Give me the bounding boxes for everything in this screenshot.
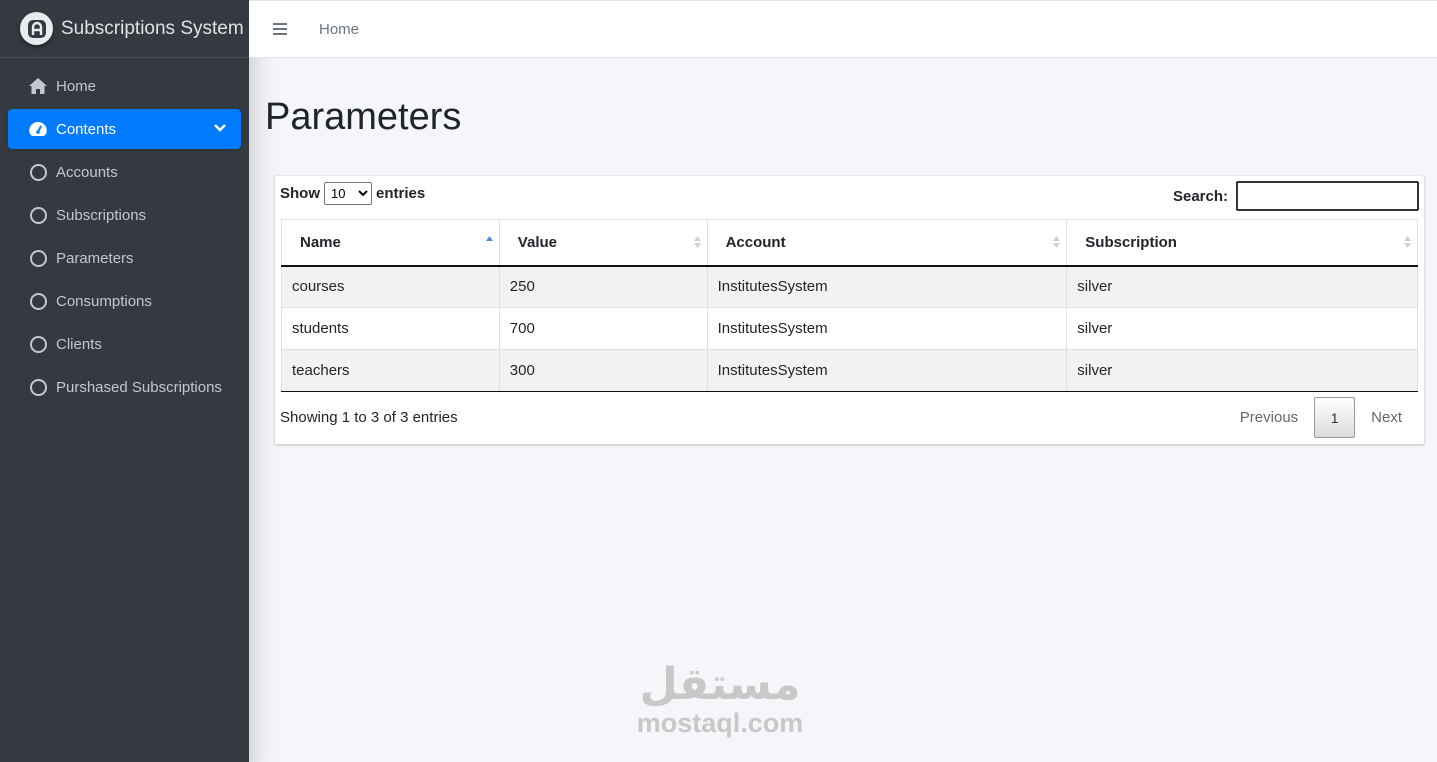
- cell-subscription: silver: [1066, 349, 1418, 392]
- search-label: Search:: [1172, 187, 1228, 205]
- next-button[interactable]: Next: [1355, 397, 1418, 438]
- sidebar-item-purshased-subscriptions[interactable]: Purshased Subscriptions: [8, 367, 241, 407]
- cell-account: InstitutesSystem: [706, 265, 1068, 308]
- table-row: courses 250 InstitutesSystem silver: [281, 265, 1418, 308]
- column-header-account[interactable]: Account: [706, 219, 1068, 267]
- top-navbar: Home: [249, 0, 1437, 58]
- sidebar-item-label: Purshased Subscriptions: [56, 378, 222, 396]
- watermark: مستقل mostaql.com: [630, 659, 810, 738]
- pagination: Previous 1 Next: [1224, 397, 1418, 438]
- table-row: teachers 300 InstitutesSystem silver: [281, 349, 1418, 392]
- sidebar-item-label: Home: [56, 77, 97, 95]
- circle-icon: [28, 248, 48, 268]
- previous-button[interactable]: Previous: [1224, 397, 1314, 438]
- chevron-down-icon: [214, 124, 226, 132]
- cell-name: students: [281, 307, 500, 350]
- watermark-arabic: مستقل: [639, 659, 801, 710]
- table-info: Showing 1 to 3 of 3 entries: [280, 409, 458, 426]
- sidebar-item-parameters[interactable]: Parameters: [8, 238, 241, 278]
- cell-value: 700: [498, 307, 708, 350]
- sidebar-item-consumptions[interactable]: Consumptions: [8, 281, 241, 321]
- column-header-label: Value: [517, 233, 557, 251]
- cell-account: InstitutesSystem: [706, 349, 1068, 392]
- sort-both-icon: [693, 236, 701, 248]
- circle-icon: [28, 334, 48, 354]
- sidebar-item-clients[interactable]: Clients: [8, 324, 241, 364]
- show-label: Show: [280, 185, 320, 202]
- page-title: Parameters: [265, 96, 462, 138]
- parameters-card: Show 102550100 entries Search: Name Valu…: [275, 176, 1424, 444]
- circle-icon: [28, 377, 48, 397]
- watermark-latin: mostaql.com: [636, 708, 804, 738]
- cell-name: courses: [281, 265, 500, 308]
- circle-icon: [28, 291, 48, 311]
- column-header-label: Name: [300, 233, 341, 251]
- sidebar-item-label: Parameters: [56, 249, 134, 267]
- column-header-value[interactable]: Value: [498, 219, 708, 267]
- tachometer-icon: [28, 119, 48, 139]
- parameters-table: Name Value Account Subscription courses …: [281, 219, 1418, 392]
- table-row: students 700 InstitutesSystem silver: [281, 307, 1418, 350]
- sidebar-nav: Home Contents Accounts Subscriptions Par…: [0, 58, 249, 407]
- circle-icon: [28, 205, 48, 225]
- home-icon: [28, 76, 48, 96]
- brand-logo-icon: [20, 12, 53, 45]
- sidebar-item-label: Accounts: [56, 163, 118, 181]
- sidebar-item-label: Contents: [56, 120, 117, 138]
- brand-link[interactable]: Subscriptions System: [0, 0, 249, 58]
- search-input[interactable]: [1236, 181, 1419, 211]
- column-header-label: Subscription: [1085, 233, 1177, 251]
- sidebar-item-home[interactable]: Home: [8, 66, 241, 106]
- sidebar-item-contents[interactable]: Contents: [8, 109, 241, 149]
- cell-value: 250: [498, 265, 708, 308]
- column-header-label: Account: [725, 233, 786, 251]
- cell-subscription: silver: [1066, 307, 1418, 350]
- sidebar-item-label: Subscriptions: [56, 206, 147, 224]
- sidebar-item-subscriptions[interactable]: Subscriptions: [8, 195, 241, 235]
- menu-toggle-icon[interactable]: [273, 23, 287, 35]
- length-control: Show 102550100 entries: [280, 182, 425, 205]
- cell-subscription: silver: [1066, 265, 1418, 308]
- top-nav-home-link[interactable]: Home: [319, 21, 359, 38]
- cell-name: teachers: [281, 349, 500, 392]
- sidebar: Subscriptions System Home Contents Accou…: [0, 0, 249, 762]
- entries-label: entries: [376, 185, 426, 202]
- cell-value: 300: [498, 349, 708, 392]
- page-1-button[interactable]: 1: [1314, 397, 1356, 438]
- sidebar-item-accounts[interactable]: Accounts: [8, 152, 241, 192]
- sort-both-icon: [1053, 236, 1061, 248]
- sort-both-icon: [1404, 236, 1411, 248]
- sort-asc-icon: [485, 236, 493, 241]
- column-header-name[interactable]: Name: [281, 219, 500, 267]
- search-control: Search:: [1173, 181, 1419, 211]
- brand-title: Subscriptions System: [61, 17, 244, 39]
- cell-account: InstitutesSystem: [706, 307, 1068, 350]
- circle-icon: [28, 162, 48, 182]
- column-header-subscription[interactable]: Subscription: [1066, 219, 1418, 267]
- sidebar-item-label: Consumptions: [56, 292, 152, 310]
- sidebar-item-label: Clients: [56, 335, 102, 353]
- table-header-row: Name Value Account Subscription: [281, 219, 1418, 267]
- entries-select[interactable]: 102550100: [324, 182, 372, 205]
